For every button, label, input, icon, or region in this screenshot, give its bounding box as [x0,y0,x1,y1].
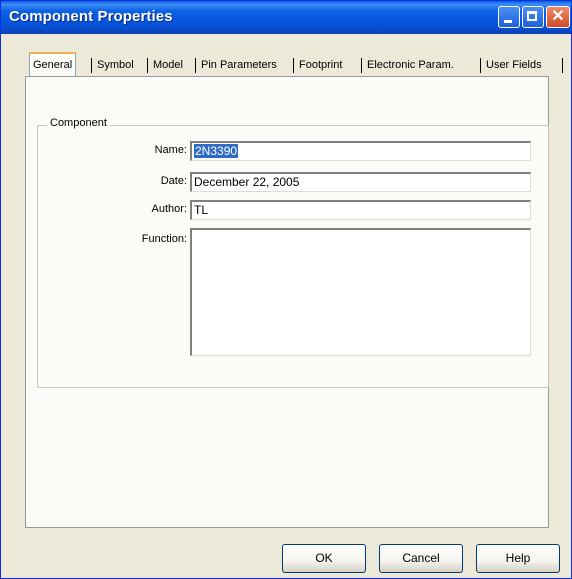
maximize-icon [527,11,537,21]
title-bar[interactable]: Component Properties ✕ [1,1,571,34]
maximize-button[interactable] [522,6,544,28]
tab-separator [480,58,481,73]
date-field[interactable]: December 22, 2005 [190,172,531,192]
cancel-button[interactable]: Cancel [379,544,463,573]
tab-footprint[interactable]: Footprint [299,54,342,76]
tab-separator [562,58,563,73]
name-value: 2N3390 [194,144,239,158]
tab-separator [361,58,362,73]
tab-pin-parameters[interactable]: Pin Parameters [201,54,277,76]
date-label: Date: [160,175,187,187]
minimize-button[interactable] [498,6,520,28]
tab-general[interactable]: General [29,52,77,76]
tab-separator [147,58,148,73]
tab-separator [293,58,294,73]
tab-separator [195,58,196,73]
tab-electronic-param[interactable]: Electronic Param. [367,54,454,76]
tab-symbol[interactable]: Symbol [97,54,134,76]
tab-separator [91,58,92,73]
ok-button[interactable]: OK [282,544,366,573]
component-group-label: Component [47,117,110,129]
author-field[interactable]: TL [190,200,531,220]
function-textarea[interactable] [190,228,531,356]
function-label: Function: [141,233,187,245]
tab-user-fields[interactable]: User Fields [486,54,542,76]
minimize-icon [504,20,512,23]
window-title: Component Properties [9,8,173,25]
help-button[interactable]: Help [476,544,560,573]
name-label: Name: [154,144,187,156]
author-label: Author: [151,203,187,215]
name-field[interactable]: 2N3390 [190,141,531,161]
close-icon: ✕ [551,8,565,25]
tab-model[interactable]: Model [153,54,183,76]
close-button[interactable]: ✕ [546,6,570,28]
component-properties-window: Component Properties ✕ General Symbol Mo… [0,0,572,579]
